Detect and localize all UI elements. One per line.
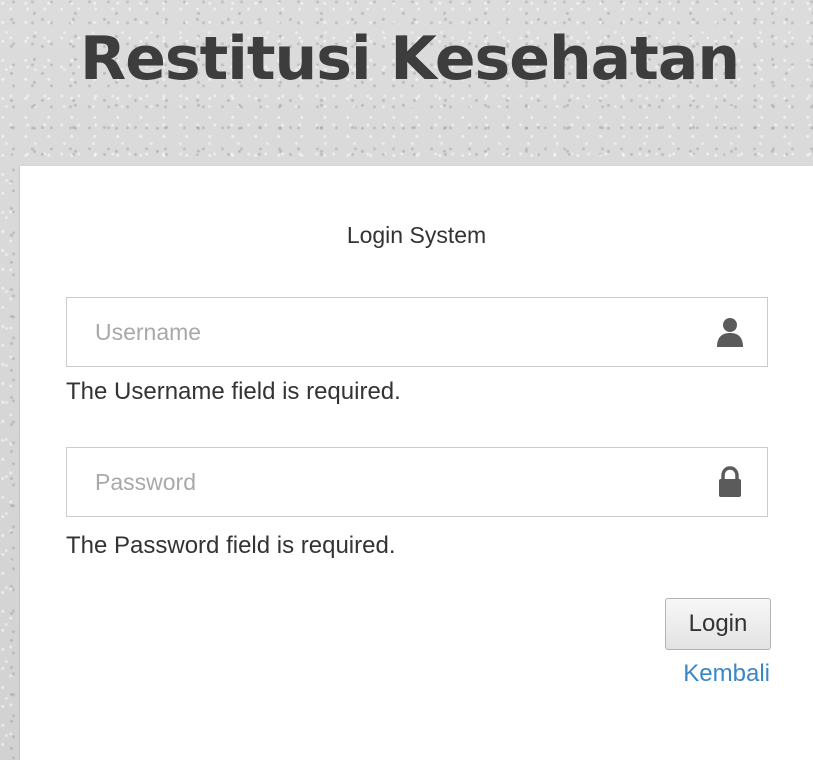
app-title: Restitusi Kesehatan — [80, 24, 740, 94]
back-link[interactable]: Kembali — [683, 660, 770, 688]
login-page: { "app": { "title": "Restitusi Kesehatan… — [0, 0, 813, 760]
user-icon — [715, 316, 745, 348]
login-heading: Login System — [346, 222, 487, 248]
password-input[interactable] — [67, 448, 707, 516]
username-input[interactable] — [67, 298, 707, 366]
username-field — [66, 297, 768, 367]
password-error: The Password field is required. — [66, 532, 396, 559]
login-card: Login System The Username field is requi… — [20, 166, 813, 760]
login-button[interactable]: Login — [665, 598, 771, 650]
password-field — [66, 447, 768, 517]
username-error: The Username field is required. — [66, 378, 401, 405]
lock-icon — [715, 466, 745, 498]
